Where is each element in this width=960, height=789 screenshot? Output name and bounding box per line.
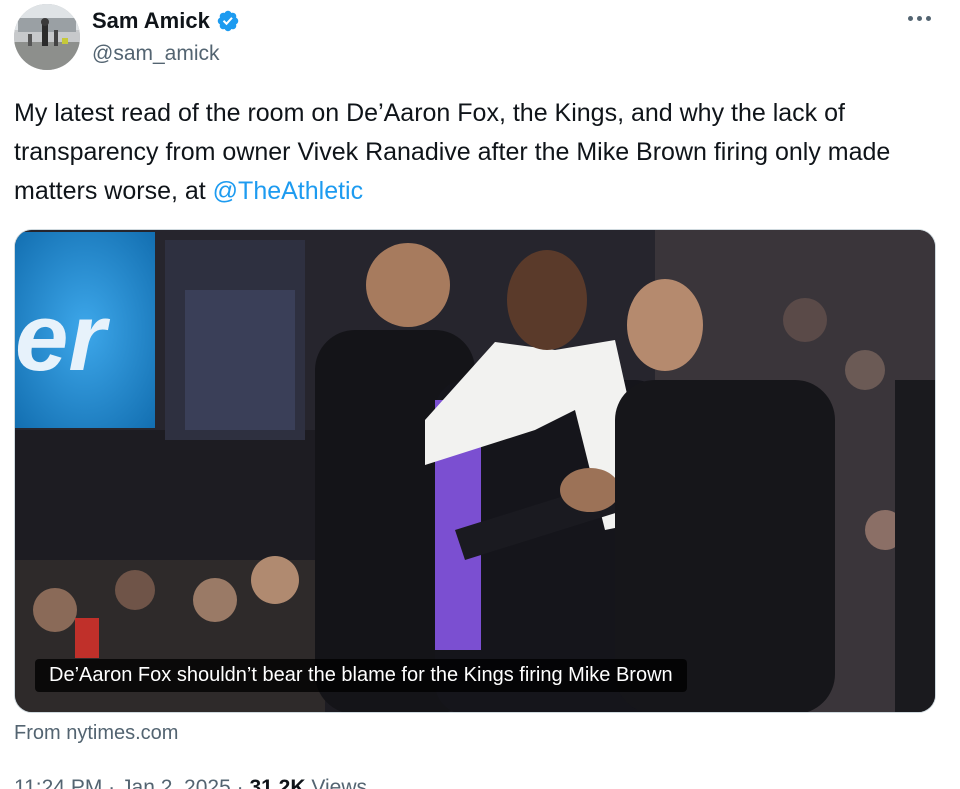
tweet-date[interactable]: Jan 2, 2025 [121, 776, 231, 789]
tweet-body: My latest read of the room on De’Aaron F… [14, 99, 891, 205]
link-source[interactable]: From nytimes.com [14, 722, 178, 745]
more-horizontal-icon [907, 15, 913, 21]
tweet-time[interactable]: 11:24 PM [14, 776, 102, 789]
tweet-text: My latest read of the room on De’Aaron F… [14, 94, 934, 211]
author-block: Sam Amick @sam_amick [92, 6, 240, 66]
name-row: Sam Amick [92, 6, 240, 36]
avatar-image [14, 4, 80, 70]
tweet-meta: 11:24 PM · Jan 2, 2025 · 31.2K Views [14, 776, 367, 789]
mention-link[interactable]: @TheAthletic [213, 177, 363, 205]
verified-badge-icon[interactable] [216, 9, 240, 33]
link-card[interactable]: er De’Aaron Fox shouldn’t bear the blame… [14, 229, 936, 713]
meta-separator: · [236, 776, 244, 789]
author-handle[interactable]: @sam_amick [92, 42, 240, 66]
views-label: Views [311, 776, 367, 789]
author-avatar[interactable] [14, 4, 80, 70]
scoreboard-text: er [15, 284, 110, 391]
article-photo: er [15, 230, 935, 712]
views-count: 31.2K [249, 776, 306, 789]
author-display-name[interactable]: Sam Amick [92, 8, 210, 34]
link-card-caption: De’Aaron Fox shouldn’t bear the blame fo… [35, 659, 687, 692]
more-options-button[interactable] [904, 8, 934, 28]
meta-separator: · [108, 776, 116, 789]
